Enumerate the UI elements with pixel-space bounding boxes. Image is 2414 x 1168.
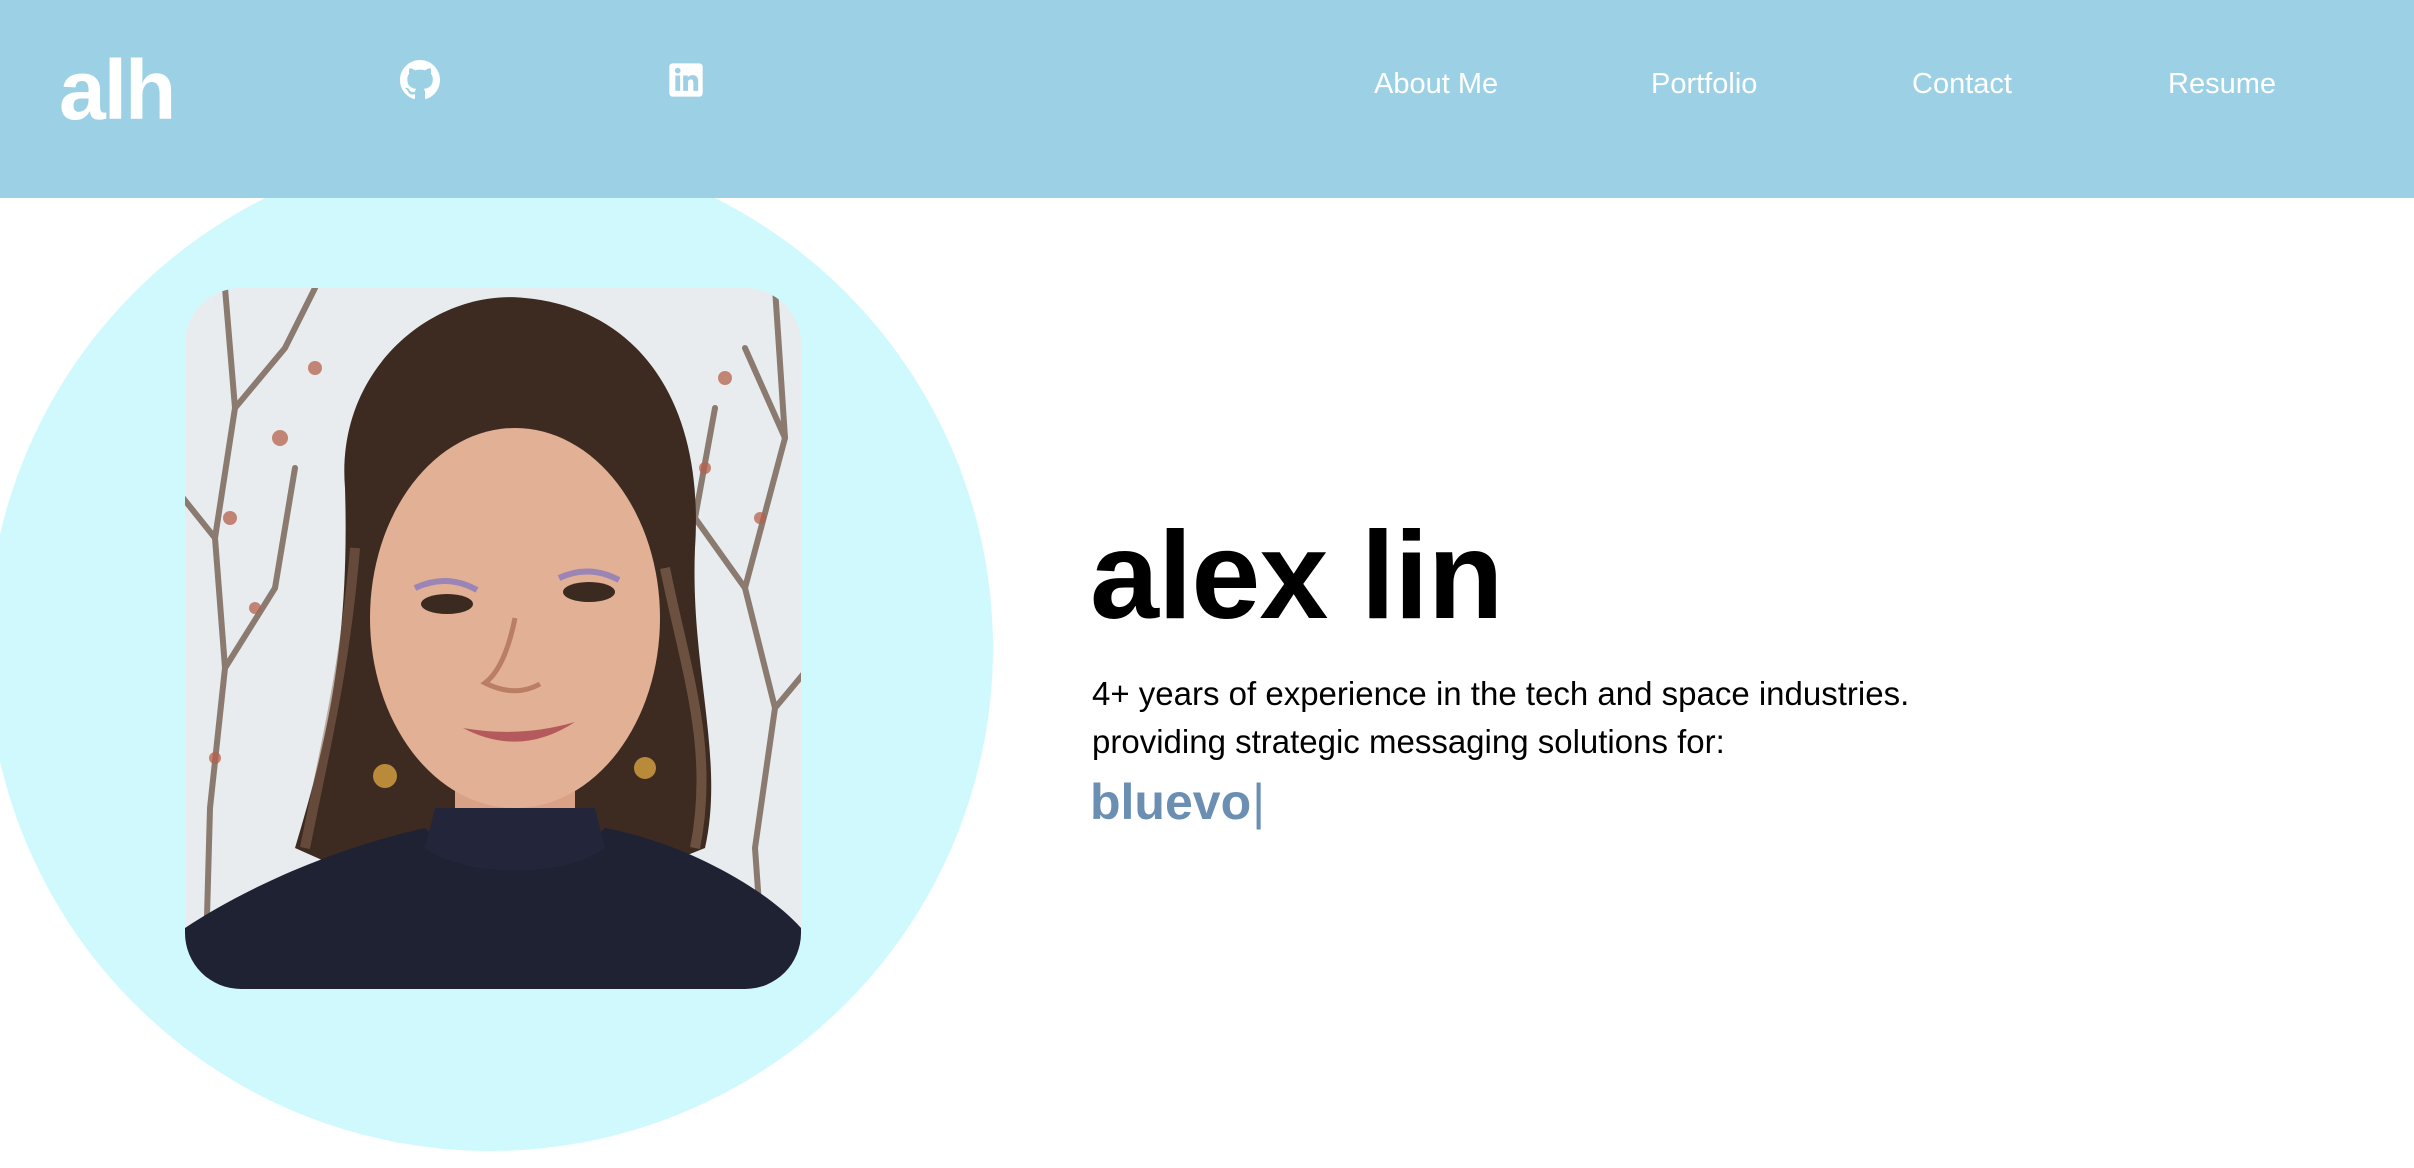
- hero-tagline-line1: 4+ years of experience in the tech and s…: [1092, 675, 1910, 712]
- nav-contact[interactable]: Contact: [1912, 64, 2012, 104]
- nav-about-me[interactable]: About Me: [1374, 64, 1498, 104]
- hero-tagline-line2: providing strategic messaging solutions …: [1092, 723, 1725, 760]
- linkedin-link[interactable]: [666, 60, 706, 100]
- site-logo[interactable]: alh: [59, 40, 176, 140]
- linkedin-icon: [666, 60, 706, 100]
- nav-resume[interactable]: Resume: [2168, 64, 2276, 104]
- github-icon: [400, 60, 440, 100]
- typed-client-name: bluevo: [1090, 774, 1252, 830]
- site-header: alh About Me Portfolio Contact Resume: [0, 0, 2414, 198]
- typed-client-text: bluevo|: [1090, 772, 1265, 832]
- github-link[interactable]: [400, 60, 440, 100]
- typing-cursor: |: [1252, 774, 1266, 830]
- profile-photo: [185, 288, 801, 989]
- hero-name: alex lin: [1090, 507, 1503, 645]
- page: alh About Me Portfolio Contact Resume al…: [0, 0, 2414, 1168]
- nav-portfolio[interactable]: Portfolio: [1651, 64, 1757, 104]
